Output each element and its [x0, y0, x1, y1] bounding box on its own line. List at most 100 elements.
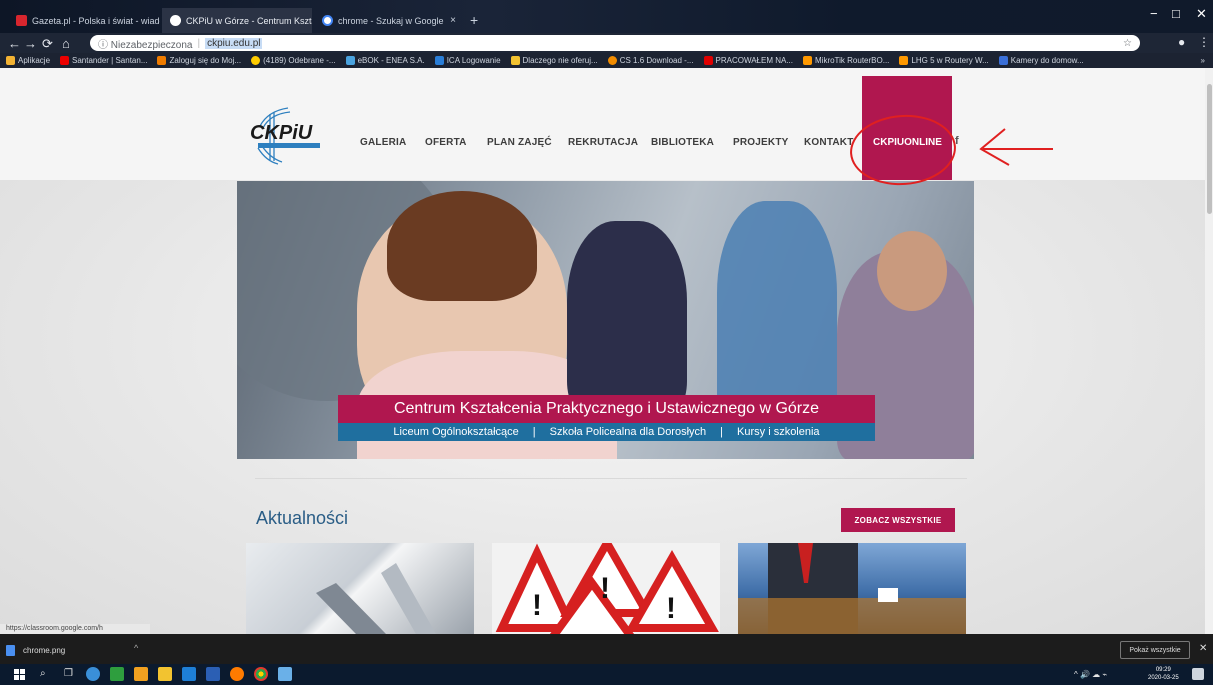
reload-button[interactable]: ⟳: [42, 36, 53, 52]
hero-banner: Centrum Kształcenia Praktycznego i Ustaw…: [237, 181, 974, 459]
bookmark-item[interactable]: PRACOWAŁEM NA...: [703, 56, 793, 65]
network-app-icon[interactable]: [86, 667, 100, 681]
minimize-button[interactable]: −: [1150, 6, 1158, 21]
google-favicon-icon: [322, 15, 333, 26]
url-text[interactable]: ckpiu.edu.pl: [205, 37, 263, 49]
hero-title-bar: Centrum Kształcenia Praktycznego i Ustaw…: [338, 395, 875, 423]
edge-icon[interactable]: [182, 667, 196, 681]
windows-start-icon[interactable]: [14, 669, 26, 681]
address-separator: |: [197, 37, 201, 49]
download-options-chevron-icon[interactable]: ^: [134, 643, 138, 653]
home-button[interactable]: ⌂: [62, 36, 70, 51]
bookmark-item[interactable]: LHG 5 w Routery W...: [899, 56, 989, 65]
tab-ckpiu[interactable]: CKPiU w Górze - Centrum Kształ ×: [162, 8, 312, 33]
profile-icon[interactable]: ●: [1178, 35, 1185, 49]
new-tab-button[interactable]: +: [470, 12, 478, 28]
bookmark-favicon-icon: [510, 56, 520, 65]
bookmark-item[interactable]: MikroTik RouterBO...: [803, 56, 889, 65]
taskbar-clock[interactable]: 09:29 2020-03-25: [1148, 666, 1179, 682]
menu-plan-zajec[interactable]: PLAN ZAJĘĆ: [487, 137, 552, 148]
news-thumbnail[interactable]: [246, 543, 474, 634]
maximize-button[interactable]: □: [1172, 6, 1180, 21]
hero-sub-separator: |: [532, 426, 536, 438]
excel-like-icon[interactable]: [110, 667, 124, 681]
app-icon[interactable]: [278, 667, 292, 681]
task-view-icon[interactable]: ❐: [64, 668, 73, 679]
close-downloads-button[interactable]: ✕: [1199, 643, 1207, 654]
bookmark-item[interactable]: eBOK - ENEA S.A.: [345, 56, 425, 65]
bookmark-favicon-icon: [157, 56, 167, 65]
bookmark-favicon-icon: [251, 56, 261, 65]
hero-sub-policealna[interactable]: Szkoła Policealna dla Dorosłych: [550, 426, 707, 438]
hero-person-right-face: [877, 231, 947, 311]
news-thumbnail[interactable]: ! ! !: [492, 543, 720, 634]
bookmarks-more-button[interactable]: »: [1201, 56, 1205, 65]
bookmark-star-icon[interactable]: ☆: [1123, 38, 1132, 49]
not-secure-label[interactable]: ⓘ Niezabezpieczona: [98, 36, 193, 51]
close-tab-icon[interactable]: ×: [450, 15, 456, 26]
menu-kontakt[interactable]: KONTAKT: [804, 137, 854, 148]
section-divider: [255, 478, 967, 479]
svg-text:CKPiU: CKPiU: [250, 122, 313, 144]
address-bar[interactable]: ⓘ Niezabezpieczona | ckpiu.edu.pl ☆: [90, 35, 1140, 51]
bookmark-item[interactable]: Dlaczego nie oferuj...: [510, 56, 598, 65]
menu-rekrutacja[interactable]: REKRUTACJA: [568, 137, 638, 148]
bookmark-item[interactable]: Aplikacje: [6, 56, 50, 65]
bookmark-item[interactable]: (4189) Odebrane -...: [251, 56, 336, 65]
apps-grid-icon: [6, 56, 15, 65]
forward-button[interactable]: →: [24, 36, 37, 51]
bookmark-item[interactable]: Santander | Santan...: [60, 56, 147, 65]
bookmark-item[interactable]: CS 1.6 Download -...: [607, 56, 694, 65]
news-section-title: Aktualności: [256, 508, 349, 528]
menu-kebab-icon[interactable]: ⋮: [1198, 35, 1210, 49]
hero-person-dark: [567, 221, 687, 421]
menu-galeria[interactable]: GALERIA: [360, 137, 406, 148]
amazon-icon: [803, 56, 812, 65]
bookmark-favicon-icon: [998, 56, 1008, 65]
bookmark-item[interactable]: ICA Logowanie: [434, 56, 501, 65]
gazeta-favicon-icon: [16, 15, 27, 26]
notifications-icon[interactable]: [1192, 668, 1204, 680]
show-all-downloads-button[interactable]: Pokaż wszystkie: [1120, 641, 1190, 659]
word-icon[interactable]: [206, 667, 220, 681]
status-link-preview: https://classroom.google.com/h: [0, 624, 150, 634]
outlook-icon[interactable]: [134, 667, 148, 681]
svg-text:!: !: [600, 572, 610, 605]
hero-sub-kursy[interactable]: Kursy i szkolenia: [737, 426, 820, 438]
svg-text:!: !: [532, 589, 542, 622]
see-all-button[interactable]: ZOBACZ WSZYSTKIE: [841, 508, 955, 532]
menu-projekty[interactable]: PROJEKTY: [733, 137, 789, 148]
santander-icon: [60, 56, 70, 65]
bookmark-favicon-icon: [434, 56, 444, 65]
bookmark-item[interactable]: Kamery do domow...: [998, 56, 1084, 65]
back-button[interactable]: ←: [8, 36, 21, 51]
close-window-button[interactable]: ✕: [1196, 6, 1207, 22]
bookmark-favicon-icon: [345, 56, 355, 65]
hero-subtitle-bar: Liceum Ogólnokształcące | Szkoła Policea…: [338, 423, 875, 441]
menu-oferta[interactable]: OFERTA: [425, 137, 467, 148]
site-favicon-icon: [170, 15, 181, 26]
system-tray[interactable]: ^ 🔊 ☁ ⌁: [1074, 670, 1107, 679]
file-explorer-icon[interactable]: [158, 667, 172, 681]
news-thumbnail[interactable]: [738, 543, 966, 634]
bookmark-item[interactable]: Zaloguj się do Moj...: [157, 56, 241, 65]
web-page: CKPiU GALERIA OFERTA PLAN ZAJĘĆ REKRUTAC…: [0, 68, 1205, 634]
tab-google[interactable]: chrome - Szukaj w Google ×: [314, 8, 464, 33]
search-icon[interactable]: ⌕: [40, 668, 46, 679]
news-image-business: [738, 543, 966, 634]
hero-sub-liceum[interactable]: Liceum Ogólnokształcące: [393, 426, 518, 438]
bookmark-favicon-icon: [607, 56, 617, 65]
download-item[interactable]: chrome.png: [6, 640, 148, 660]
hero-title: Centrum Kształcenia Praktycznego i Ustaw…: [393, 400, 820, 417]
ckpiu-logo[interactable]: CKPiU: [248, 106, 336, 166]
tab-gazeta[interactable]: Gazeta.pl - Polska i świat - wiado ×: [8, 8, 160, 33]
downloads-bar: [0, 634, 1213, 664]
chrome-icon[interactable]: [254, 667, 268, 681]
warning-signs-icon: ! ! !: [495, 543, 719, 634]
scrollbar-thumb[interactable]: [1207, 84, 1212, 214]
menu-biblioteka[interactable]: BIBLIOTEKA: [651, 137, 714, 148]
youtube-icon: [703, 56, 713, 65]
firefox-icon[interactable]: [230, 667, 244, 681]
annotation-arrow-icon: [979, 128, 1053, 166]
amazon-icon: [899, 56, 909, 65]
